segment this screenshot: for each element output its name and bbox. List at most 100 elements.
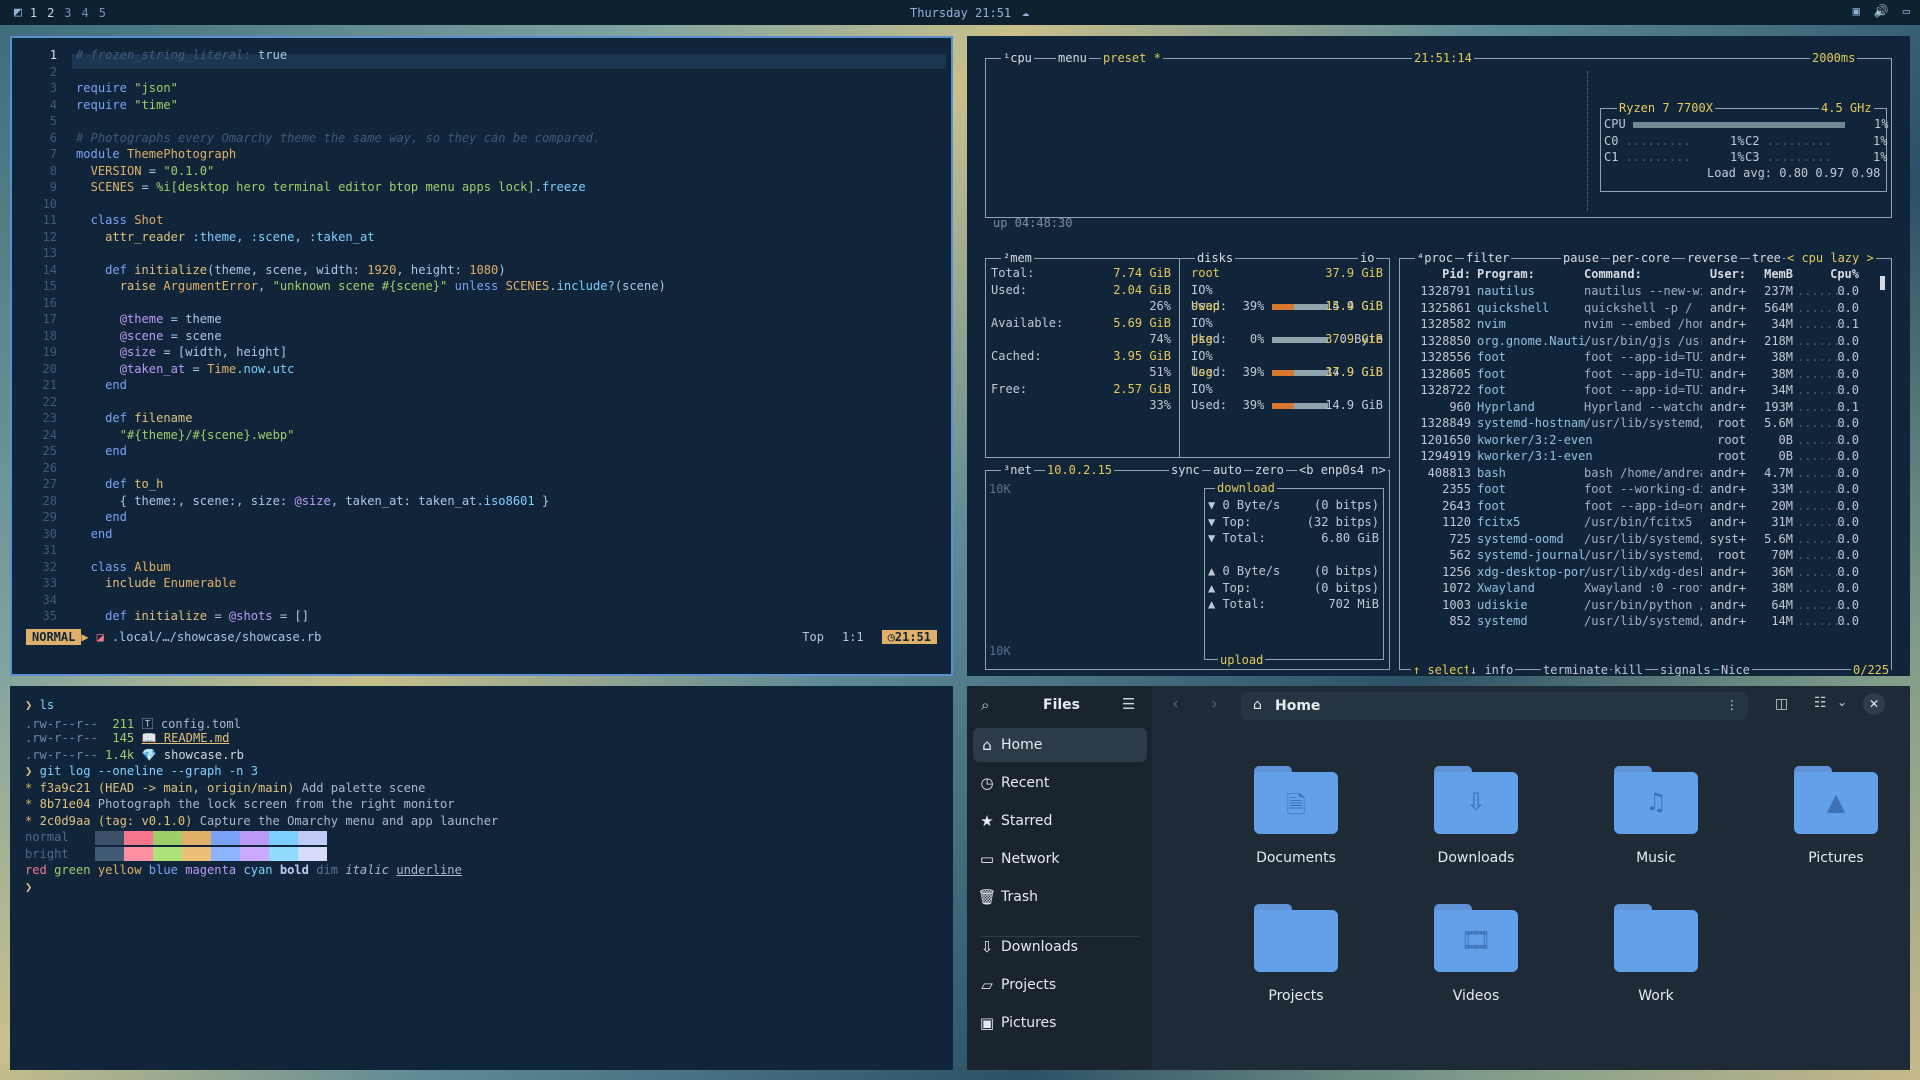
code-line[interactable]: def initialize = @shots = [] [76, 609, 309, 623]
code-line[interactable]: def initialize(theme, scene, width: 1920… [76, 263, 505, 277]
proc-title[interactable]: ⁴proc [1415, 251, 1456, 265]
proc-footer-select[interactable]: ↑ select [1411, 663, 1473, 676]
line-number: 5 [49, 114, 57, 128]
code-line[interactable]: def filename [76, 411, 192, 425]
workspace-1[interactable]: 1 [30, 6, 37, 20]
proc-footer-terminate[interactable]: terminate [1541, 663, 1611, 676]
code-line[interactable]: class Shot [76, 213, 164, 227]
clock[interactable]: Thursday 21:51 [910, 6, 1011, 20]
folder-projects[interactable]: Projects [1221, 904, 1371, 1004]
cpu-preset[interactable]: preset * [1101, 51, 1163, 65]
proc-footer-nice[interactable]: Nice [1719, 663, 1752, 676]
proc-col-header[interactable]: Pid: [1405, 267, 1471, 281]
editor-window[interactable]: 1 # frozen_string_literal: true 2 3 require … [10, 36, 953, 676]
workspace-4[interactable]: 4 [82, 6, 89, 20]
code-line[interactable]: class Album [76, 560, 171, 574]
workspace-2[interactable]: 2 [47, 6, 54, 20]
view-dropdown-icon[interactable]: ⌄ [1837, 695, 1847, 709]
app-launcher-icon[interactable]: ◩ [14, 5, 22, 20]
disks-title[interactable]: disks [1195, 251, 1236, 265]
folder-pictures[interactable]: ▲ Pictures [1761, 766, 1910, 866]
code-line[interactable]: SCENES = %i[desktop hero terminal editor… [76, 180, 586, 194]
proc-footer-signals[interactable]: signals [1658, 663, 1713, 676]
sidebar-item-trash[interactable]: 🗑 Trash [973, 880, 1147, 914]
code-line[interactable]: module ThemePhotograph [76, 147, 236, 161]
proc-col-header[interactable]: MemB [1747, 267, 1793, 281]
screen-icon[interactable]: ▣ [1853, 4, 1860, 18]
code-line[interactable]: require "json" [76, 81, 178, 95]
code-line[interactable]: include Enumerable [76, 576, 236, 590]
proc-cell: Hyprland [1477, 399, 1535, 414]
proc-reverse[interactable]: reverse [1685, 251, 1740, 265]
workspace-5[interactable]: 5 [99, 6, 106, 20]
terminal-window[interactable]: ❯ ls .rw-r--r-- 211 🅃 config.toml .rw-r--r… [10, 686, 953, 1070]
proc-filter[interactable]: filter [1464, 251, 1512, 265]
display-icon[interactable]: ▭ [1903, 4, 1910, 18]
net-sync[interactable]: sync [1169, 463, 1202, 477]
folder-downloads[interactable]: ⇩ Downloads [1401, 766, 1551, 866]
btop-window[interactable]: ¹cpu menu preset * 21:51:14 2000ms Ryzen… [967, 36, 1910, 676]
view-list-icon[interactable]: ☷ [1814, 695, 1827, 711]
proc-footer-kill[interactable]: kill [1612, 663, 1645, 676]
sidebar-item-network[interactable]: ▭ Network [973, 842, 1147, 876]
workspace-3[interactable]: 3 [64, 6, 71, 20]
disk-field: swap [1191, 299, 1220, 313]
cpu-menu[interactable]: menu [1056, 51, 1089, 65]
code-line[interactable]: @size = [width, height] [76, 345, 287, 359]
code-line[interactable]: def to_h [76, 477, 163, 491]
folder-work[interactable]: Work [1581, 904, 1731, 1004]
folder-documents[interactable]: 🗎 Documents [1221, 766, 1371, 866]
proc-footer-info[interactable]: ↓ info [1468, 663, 1516, 676]
mem-title[interactable]: ²mem [1001, 251, 1034, 265]
code-line[interactable]: end [76, 378, 127, 392]
close-icon[interactable]: ✕ [1863, 693, 1885, 715]
code-line[interactable]: end [76, 444, 127, 458]
net-iface[interactable]: <b enp0s4 n> [1297, 463, 1388, 477]
net-zero[interactable]: zero [1253, 463, 1286, 477]
proc-col-header[interactable]: User: [1702, 267, 1746, 281]
code-line[interactable]: require "time" [76, 98, 178, 112]
code-line[interactable]: { theme:, scene:, size: @size, taken_at:… [76, 494, 550, 508]
forward-icon[interactable]: › [1211, 694, 1218, 714]
code-line[interactable]: "#{theme}/#{scene}.webp" [76, 428, 295, 442]
proc-tree[interactable]: tree [1750, 251, 1783, 265]
code-line[interactable]: @scene = scene [76, 329, 222, 343]
update-interval[interactable]: 2000ms [1810, 51, 1858, 65]
code-line[interactable]: VERSION = "0.1.0" [76, 164, 215, 178]
search-icon[interactable]: ⌕ [981, 696, 989, 714]
proc-percore[interactable]: per-core [1610, 251, 1672, 265]
sidebar-item-starred[interactable]: ★ Starred [973, 804, 1147, 838]
net-title[interactable]: ³net [1001, 463, 1034, 477]
code-line[interactable]: @taken_at = Time.now.utc [76, 362, 295, 376]
sidebar-item-projects[interactable]: ▱ Projects [973, 968, 1147, 1002]
proc-footer-count[interactable]: 0/225 [1851, 663, 1892, 676]
menu-icon[interactable]: ☰ [1122, 695, 1135, 713]
folder-videos[interactable]: 🎞 Videos [1401, 904, 1551, 1004]
folder-music[interactable]: ♫ Music [1581, 766, 1731, 866]
path-bar[interactable]: ⌂ Home ⋮ [1241, 692, 1748, 720]
code-line[interactable]: @theme = theme [76, 312, 222, 326]
sidebar-item-recent[interactable]: ◷ Recent [973, 766, 1147, 800]
volume-icon[interactable]: 🔊 [1874, 4, 1889, 18]
proc-col-header[interactable]: Program: [1477, 267, 1595, 281]
code-line[interactable]: raise ArgumentError, "unknown scene #{sc… [76, 279, 666, 293]
back-icon[interactable]: ‹ [1172, 694, 1179, 714]
proc-col-header[interactable]: Command: [1584, 267, 1702, 281]
sidebar-item-pictures[interactable]: ▣ Pictures [973, 1006, 1147, 1040]
io-toggle[interactable]: io [1358, 251, 1377, 265]
screenshot-icon[interactable]: ◫ [1775, 696, 1788, 712]
proc-scrollbar[interactable] [1880, 276, 1885, 290]
files-window[interactable]: ⌕ Files ☰ ⌂ Home ◷ Recent ★ Starred ▭ Network 🗑 T… [967, 686, 1910, 1070]
code-line[interactable]: # Photographs every Omarchy theme the sa… [76, 131, 600, 145]
path-menu-icon[interactable]: ⋮ [1726, 697, 1738, 712]
code-line[interactable]: end [76, 527, 113, 541]
code-line[interactable]: attr_reader :theme, :scene, :taken_at [76, 230, 374, 244]
proc-sort[interactable]: < cpu lazy > [1785, 251, 1876, 265]
sidebar-item-home[interactable]: ⌂ Home [973, 728, 1147, 762]
code-line[interactable]: # frozen_string_literal: true [76, 48, 287, 62]
cpu-title[interactable]: ¹cpu [1001, 51, 1034, 65]
net-auto[interactable]: auto [1211, 463, 1244, 477]
proc-col-header[interactable]: Cpu% [1813, 267, 1859, 281]
proc-pause[interactable]: pause [1561, 251, 1602, 265]
code-line[interactable]: end [76, 510, 127, 524]
